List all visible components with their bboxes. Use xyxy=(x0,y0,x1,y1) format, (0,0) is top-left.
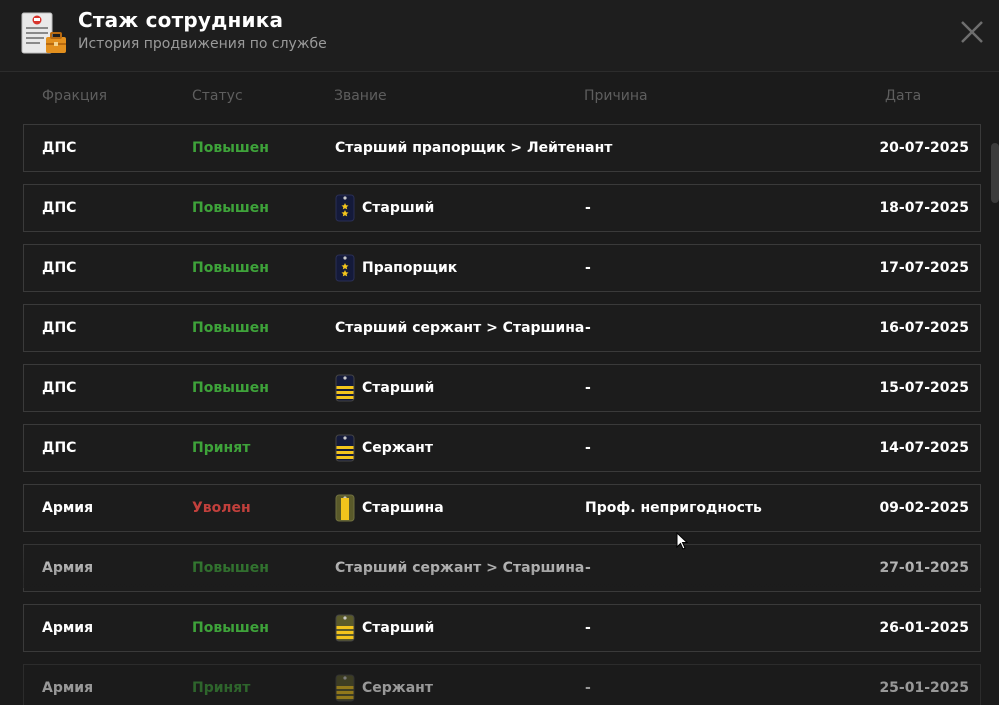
table-row[interactable]: ДПС Повышен Старший сержант > Старшина - 16-… xyxy=(23,304,981,352)
olive-gold-stripes-shoulder-board-icon xyxy=(335,674,355,702)
row-rank-label: Старший сержант > Старшина xyxy=(335,320,585,336)
table-row[interactable]: ДПС Повышен Старший прапорщик > Лейтенант -… xyxy=(23,124,981,172)
row-faction: Армия xyxy=(42,680,94,696)
row-rank: Старший прапорщик > Лейтенант xyxy=(335,125,612,171)
row-date: 14-07-2025 xyxy=(879,440,969,456)
row-rank-label: Старший xyxy=(362,380,435,396)
row-rank: Сержант xyxy=(335,425,433,471)
column-header-date: Дата xyxy=(885,88,922,104)
row-date: 26-01-2025 xyxy=(879,620,969,636)
row-faction: ДПС xyxy=(42,200,77,216)
row-status: Принят xyxy=(192,440,251,456)
row-rank: Старший xyxy=(335,185,434,231)
row-status: Повышен xyxy=(192,620,269,636)
staff-seniority-window: Стаж сотрудника История продвижения по с… xyxy=(0,0,999,705)
olive-gold-stripes-shoulder-board-icon xyxy=(335,614,355,642)
row-status: Повышен xyxy=(192,140,269,156)
row-status: Повышен xyxy=(192,560,269,576)
olive-gold-wide-stripe-shoulder-board-icon xyxy=(335,494,355,522)
row-rank: Старший сержант > Старшина xyxy=(335,545,584,591)
close-icon[interactable] xyxy=(958,18,986,46)
row-rank: Сержант xyxy=(335,665,433,705)
table-row[interactable]: Армия Повышен Старший сержант > Старшина - 2… xyxy=(23,544,981,592)
mouse-cursor-icon xyxy=(676,532,688,550)
row-reason: - xyxy=(585,680,591,696)
row-faction: ДПС xyxy=(42,260,77,276)
row-status: Принят xyxy=(192,680,251,696)
row-rank-label: Старший xyxy=(362,620,435,636)
row-rank-label: Сержант xyxy=(362,680,433,696)
column-header-rank: Звание xyxy=(334,88,387,104)
table-row[interactable]: Армия Повышен Старший - 26-01-2025 xyxy=(23,604,981,652)
row-faction: Армия xyxy=(42,620,94,636)
row-reason: - xyxy=(585,560,591,576)
row-date: 18-07-2025 xyxy=(879,200,969,216)
row-faction: ДПС xyxy=(42,380,77,396)
navy-two-stars-shoulder-board-icon xyxy=(335,194,355,222)
table-row[interactable]: ДПС Повышен Прапорщик - 17-07-2025 xyxy=(23,244,981,292)
row-rank-label: Старший xyxy=(362,200,435,216)
row-reason: - xyxy=(585,440,591,456)
table-row[interactable]: ДПС Повышен Старший - 15-07-2025 xyxy=(23,364,981,412)
row-reason: - xyxy=(585,380,591,396)
navy-two-stars-shoulder-board-icon xyxy=(335,254,355,282)
row-rank-label: Старший прапорщик > Лейтенант xyxy=(335,140,613,156)
row-date: 09-02-2025 xyxy=(879,500,969,516)
row-status: Уволен xyxy=(192,500,251,516)
history-list[interactable]: ДПС Повышен Старший прапорщик > Лейтенант -… xyxy=(23,124,981,705)
row-faction: ДПС xyxy=(42,140,77,156)
row-rank-label: Сержант xyxy=(362,440,433,456)
document-briefcase-icon xyxy=(21,12,66,54)
row-date: 15-07-2025 xyxy=(879,380,969,396)
table-row[interactable]: Армия Уволен Старшина Проф. непригодность 09… xyxy=(23,484,981,532)
row-status: Повышен xyxy=(192,320,269,336)
row-rank: Старший сержант > Старшина xyxy=(335,305,584,351)
scrollbar-thumb[interactable] xyxy=(991,143,999,203)
column-header-reason: Причина xyxy=(584,88,648,104)
row-faction: ДПС xyxy=(42,320,77,336)
navy-gold-stripes-shoulder-board-icon xyxy=(335,434,355,462)
row-reason: - xyxy=(585,620,591,636)
row-faction: ДПС xyxy=(42,440,77,456)
page-subtitle: История продвижения по службе xyxy=(78,36,327,52)
row-reason: - xyxy=(585,320,591,336)
row-rank-label: Старшина xyxy=(362,500,444,516)
row-date: 17-07-2025 xyxy=(879,260,969,276)
row-date: 25-01-2025 xyxy=(879,680,969,696)
row-status: Повышен xyxy=(192,380,269,396)
row-date: 20-07-2025 xyxy=(879,140,969,156)
row-status: Повышен xyxy=(192,200,269,216)
row-reason: - xyxy=(585,260,591,276)
row-reason: - xyxy=(585,140,591,156)
row-faction: Армия xyxy=(42,500,94,516)
window-header: Стаж сотрудника История продвижения по с… xyxy=(0,0,999,72)
column-header-faction: Фракция xyxy=(42,88,108,104)
row-date: 16-07-2025 xyxy=(879,320,969,336)
table-row[interactable]: Армия Принят Сержант - 25-01-2025 xyxy=(23,664,981,705)
row-rank: Старший xyxy=(335,605,434,651)
row-rank: Старшина xyxy=(335,485,444,531)
table-header: Фракция Статус Звание Причина Дата xyxy=(0,88,999,110)
row-rank: Старший xyxy=(335,365,434,411)
row-rank: Прапорщик xyxy=(335,245,457,291)
row-reason: Проф. непригодность xyxy=(585,500,762,516)
row-status: Повышен xyxy=(192,260,269,276)
table-row[interactable]: ДПС Повышен Старший - 18-07-2025 xyxy=(23,184,981,232)
row-rank-label: Старший сержант > Старшина xyxy=(335,560,585,576)
navy-gold-stripes-shoulder-board-icon xyxy=(335,374,355,402)
row-reason: - xyxy=(585,200,591,216)
row-faction: Армия xyxy=(42,560,94,576)
table-row[interactable]: ДПС Принят Сержант - 14-07-2025 xyxy=(23,424,981,472)
row-rank-label: Прапорщик xyxy=(362,260,458,276)
row-date: 27-01-2025 xyxy=(879,560,969,576)
page-title: Стаж сотрудника xyxy=(78,8,284,32)
column-header-status: Статус xyxy=(192,88,243,104)
